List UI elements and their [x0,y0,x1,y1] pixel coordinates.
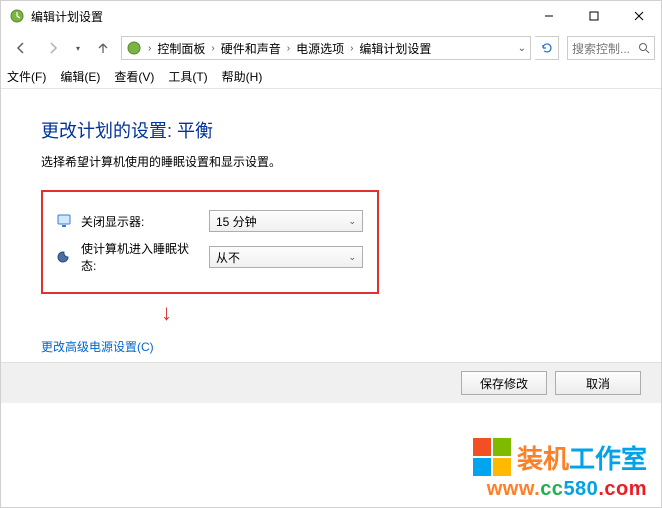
crumb-hardware-sound[interactable]: 硬件和声音 [219,40,283,57]
chevron-right-icon[interactable]: › [283,43,294,54]
chevron-down-icon[interactable]: ⌄ [518,43,530,54]
moon-icon [57,249,73,265]
display-off-row: 关闭显示器: 15 分钟 ⌄ [57,210,363,232]
crumb-control-panel[interactable]: 控制面板 [155,40,207,57]
annotation-arrow-icon: ↓ [161,302,621,324]
advanced-settings-link[interactable]: 更改高级电源设置(C) [41,338,621,355]
save-button[interactable]: 保存修改 [461,371,547,395]
window-controls [526,1,661,31]
close-button[interactable] [616,1,661,31]
watermark: 装机工作室 www.cc580.com [473,438,647,501]
display-off-label: 关闭显示器: [81,213,201,230]
minimize-icon [544,11,554,21]
sleep-label: 使计算机进入睡眠状态: [81,240,201,274]
settings-highlight-box: 关闭显示器: 15 分钟 ⌄ 使计算机进入睡眠状态: 从不 ⌄ [41,190,379,294]
arrow-right-icon [46,41,60,55]
sleep-value: 从不 [216,249,240,266]
search-placeholder: 搜索控制... [572,40,630,57]
cancel-button[interactable]: 取消 [555,371,641,395]
display-off-select[interactable]: 15 分钟 ⌄ [209,210,363,232]
crumb-power-options[interactable]: 电源选项 [294,40,346,57]
crumb-edit-plan[interactable]: 编辑计划设置 [357,40,433,57]
power-options-icon [9,8,25,24]
maximize-button[interactable] [571,1,616,31]
search-input[interactable]: 搜索控制... [567,36,655,60]
menu-file[interactable]: 文件(F) [7,68,46,85]
watermark-url: www.cc580.com [473,478,647,501]
display-off-value: 15 分钟 [216,213,257,230]
refresh-icon [540,41,554,55]
breadcrumb[interactable]: › 控制面板 › 硬件和声音 › 电源选项 › 编辑计划设置 ⌄ [121,36,531,60]
footer-buttons: 保存修改 取消 [1,362,661,403]
watermark-logo: 装机工作室 [473,438,647,476]
page-description: 选择希望计算机使用的睡眠设置和显示设置。 [41,153,621,170]
menu-view[interactable]: 查看(V) [114,68,154,85]
menu-edit[interactable]: 编辑(E) [60,68,100,85]
page-title: 更改计划的设置: 平衡 [41,117,621,143]
back-button[interactable] [7,35,35,61]
close-icon [634,11,644,21]
chevron-down-icon: ⌄ [348,216,356,227]
chevron-right-icon[interactable]: › [346,43,357,54]
minimize-button[interactable] [526,1,571,31]
search-icon [638,42,650,54]
windows-logo-icon [473,438,511,476]
watermark-text: 装机工作室 [517,439,647,476]
navbar: ▾ › 控制面板 › 硬件和声音 › 电源选项 › 编辑计划设置 ⌄ 搜索控制.… [1,31,661,65]
menu-tools[interactable]: 工具(T) [168,68,207,85]
monitor-icon [57,213,73,229]
power-plan-icon [126,40,142,56]
chevron-right-icon[interactable]: › [144,43,155,54]
maximize-icon [589,11,599,21]
refresh-button[interactable] [535,36,559,60]
menu-help[interactable]: 帮助(H) [222,68,263,85]
sleep-select[interactable]: 从不 ⌄ [209,246,363,268]
titlebar: 编辑计划设置 [1,1,661,31]
menubar: 文件(F) 编辑(E) 查看(V) 工具(T) 帮助(H) [1,65,661,89]
window-title: 编辑计划设置 [31,8,103,25]
arrow-left-icon [14,41,28,55]
chevron-down-icon: ⌄ [348,252,356,263]
up-button[interactable] [89,35,117,61]
chevron-right-icon[interactable]: › [207,43,218,54]
sleep-row: 使计算机进入睡眠状态: 从不 ⌄ [57,240,363,274]
arrow-up-icon [96,41,110,55]
history-dropdown[interactable]: ▾ [71,35,85,61]
forward-button[interactable] [39,35,67,61]
